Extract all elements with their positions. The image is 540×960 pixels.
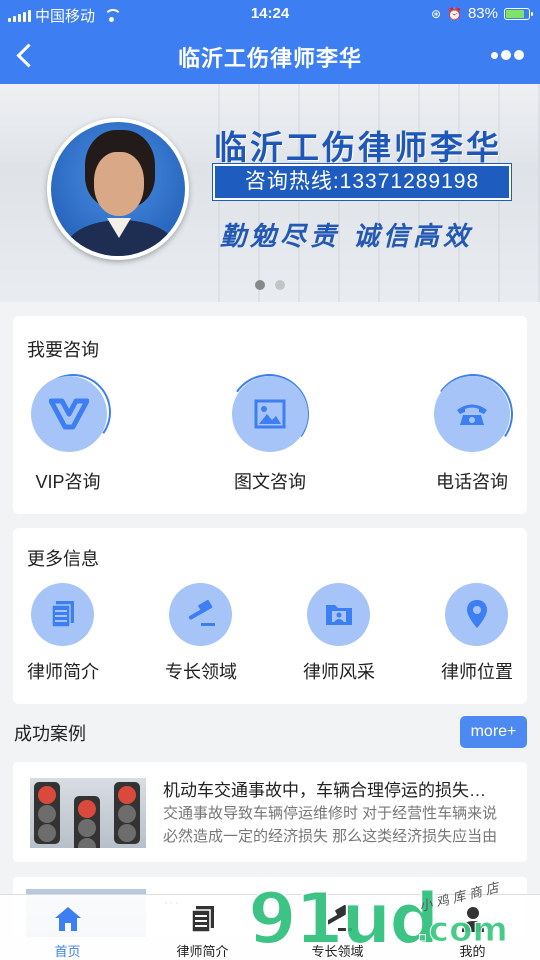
phone-consult-item[interactable]: 电话咨询 [417,367,527,498]
banner-hotline: 咨询热线:13371289198 [212,163,512,201]
cases-title: 成功案例 [14,724,86,744]
lawyer-location-item[interactable]: 律师位置 [427,580,527,698]
tab-mine[interactable]: 我的 [405,895,540,960]
more-icon[interactable] [491,50,524,60]
tab-label: 我的 [459,944,486,959]
banner-slogan: 勤勉尽责 诚信高效 [220,222,474,252]
tab-label: 律师简介 [176,944,229,959]
vip-consult-label: VIP咨询 [35,472,101,492]
lawyer-location-label: 律师位置 [441,662,513,682]
document-icon [190,906,214,933]
vip-consult-item[interactable]: VIP咨询 [13,367,123,498]
carousel-dot[interactable] [255,280,265,290]
consult-card: 我要咨询 VIP咨询 图文咨询 电话咨询 [13,316,527,514]
tab-bar: 首页 律师简介 专长领域 我的 [0,894,540,960]
status-right: ⊛ ⏰ 83% [430,5,533,22]
carousel-dot[interactable] [275,280,285,290]
consult-title: 我要咨询 [27,340,99,360]
user-icon [461,907,484,932]
tab-label: 首页 [54,944,81,959]
case-title: 机动车交通事故中，车辆合理停运的损失… [163,781,486,800]
location-pin-icon [467,600,487,628]
more-info-card: 更多信息 律师简介 专长领域 律师风采 律师位置 [13,528,527,704]
lawyer-gallery-item[interactable]: 律师风采 [289,580,389,698]
image-consult-item[interactable]: 图文咨询 [215,367,325,498]
telephone-icon [457,404,487,425]
status-bar: 中国移动 14:24 ⊛ ⏰ 83% [0,0,540,28]
tab-home[interactable]: 首页 [0,895,135,960]
tab-lawyer-profile[interactable]: 律师简介 [135,895,270,960]
gavel-icon [188,600,215,626]
page-title: 临沂工伤律师李华 [177,46,362,71]
lawyer-profile-label: 律师简介 [27,662,99,682]
case-description: 交通事故导致车辆停运维修时 对于经营性车辆来说 必然造成一定的经济损失 那么这类… [163,805,498,845]
vip-icon [49,398,89,430]
banner-title: 临沂工伤律师李华 [214,129,502,166]
lawyer-gallery-label: 律师风采 [303,662,375,682]
document-icon [51,601,74,628]
more-cases-button[interactable]: more+ [460,716,527,748]
gavel-icon [325,905,352,931]
alarm-icon: ⏰ [447,6,462,21]
lawyer-profile-item[interactable]: 律师简介 [13,580,113,698]
image-consult-label: 图文咨询 [234,472,306,492]
nav-bar: 临沂工伤律师李华 [0,28,540,84]
case-list-item[interactable]: 机动车交通事故中，车辆合理停运的损失… 交通事故导致车辆停运维修时 对于经营性车… [13,762,527,862]
lawyer-portrait [47,118,189,260]
image-icon [254,399,286,429]
expertise-label: 专长领域 [165,662,237,682]
folder-person-icon [326,605,352,625]
battery-icon [504,7,533,20]
case-thumbnail [30,778,146,848]
battery-percent: 83% [467,5,498,22]
banner-carousel[interactable]: 临沂工伤律师李华 咨询热线:13371289198 勤勉尽责 诚信高效 [0,84,540,302]
carousel-dots [0,280,540,290]
tab-label: 专长领域 [311,944,364,959]
rotation-lock-icon: ⊛ [430,6,442,21]
phone-consult-label: 电话咨询 [436,472,508,492]
home-icon [54,907,81,931]
more-info-title: 更多信息 [27,549,99,569]
expertise-item[interactable]: 专长领域 [151,580,251,698]
tab-expertise[interactable]: 专长领域 [270,895,405,960]
